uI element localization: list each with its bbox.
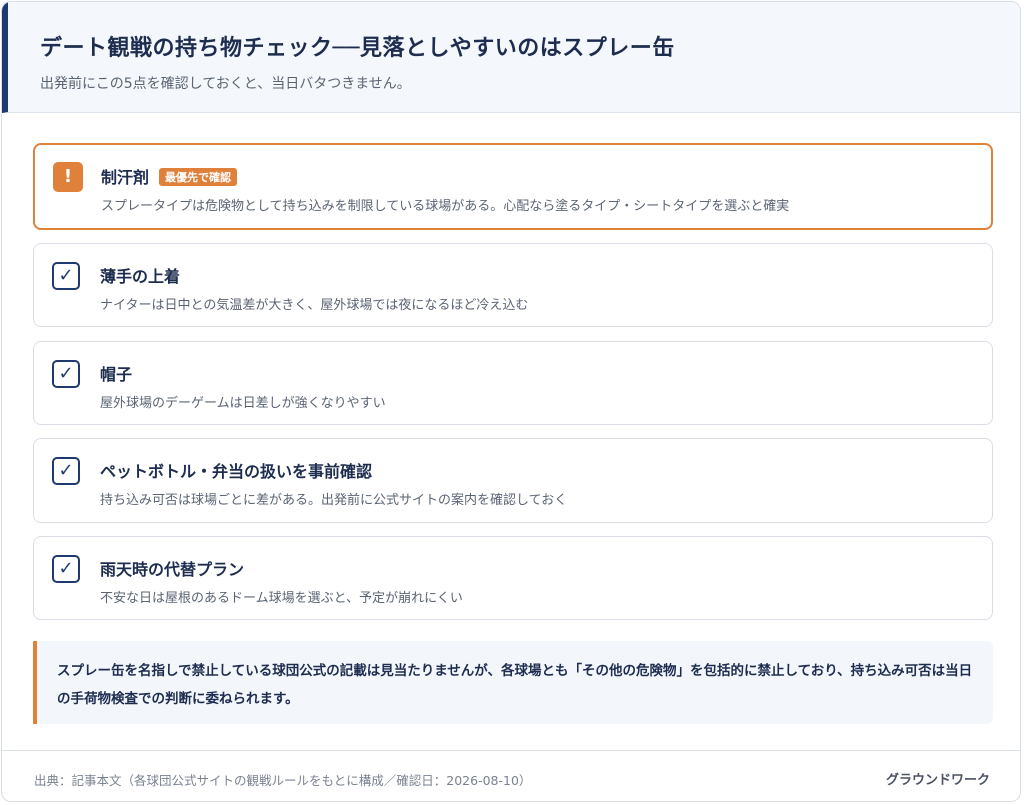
item-description: 持ち込み可否は球場ごとに差がある。出発前に公式サイトの案内を確認しておく <box>100 493 568 508</box>
item-description: 不安な日は屋根のあるドーム球場を選ぶと、予定が崩れにくい <box>100 591 463 606</box>
caution-note: スプレー缶を名指しで禁止している球団公式の記載は見当たりませんが、各球場とも「そ… <box>33 641 993 724</box>
brand-name: グラウンドワーク <box>885 773 990 788</box>
item-title: 帽子 <box>100 365 133 384</box>
item-title-text: 制汗剤 <box>101 168 150 187</box>
alert-icon: ! <box>53 162 83 192</box>
checklist-card: デート観戦の持ち物チェック──見落としやすいのはスプレー缶 出発前にこの5点を確… <box>1 1 1021 802</box>
item-description: スプレータイプは危険物として持ち込みを制限している球場がある。心配なら塗るタイプ… <box>101 199 790 214</box>
page-title: デート観戦の持ち物チェック──見落としやすいのはスプレー缶 <box>40 36 675 61</box>
checkmark-icon: ✓ <box>52 360 80 388</box>
checklist-item-bottle-bento: ✓ ペットボトル・弁当の扱いを事前確認 持ち込み可否は球場ごとに差がある。出発前… <box>33 438 993 523</box>
priority-badge: 最優先で確認 <box>159 168 238 186</box>
checkmark-icon: ✓ <box>52 262 80 290</box>
item-title: 薄手の上着 <box>100 267 181 286</box>
checklist-item-jacket: ✓ 薄手の上着 ナイターは日中との気温差が大きく、屋外球場では夜になるほど冷え込… <box>33 243 993 327</box>
checklist-item-antiperspirant: ! 制汗剤 最優先で確認 スプレータイプは危険物として持ち込みを制限している球場が… <box>33 143 993 230</box>
source-credit: 出典：記事本文（各球団公式サイトの観戦ルールをもとに構成／確認日：2026-08… <box>34 773 532 788</box>
page-subtitle: 出発前にこの5点を確認しておくと、当日バタつきません。 <box>40 76 411 92</box>
caution-note-text: スプレー缶を名指しで禁止している球団公式の記載は見当たりませんが、各球場とも「そ… <box>57 663 973 707</box>
checkmark-icon: ✓ <box>52 555 80 583</box>
checkmark-icon: ✓ <box>52 457 80 485</box>
item-description: ナイターは日中との気温差が大きく、屋外球場では夜になるほど冷え込む <box>100 298 529 313</box>
footer: 出典：記事本文（各球団公式サイトの観戦ルールをもとに構成／確認日：2026-08… <box>2 750 1020 801</box>
item-description: 屋外球場のデーゲームは日差しが強くなりやすい <box>100 396 386 411</box>
item-title: 制汗剤 最優先で確認 <box>101 164 238 188</box>
item-title: ペットボトル・弁当の扱いを事前確認 <box>100 462 373 481</box>
checklist-item-hat: ✓ 帽子 屋外球場のデーゲームは日差しが強くなりやすい <box>33 341 993 425</box>
checklist-item-rain-plan: ✓ 雨天時の代替プラン 不安な日は屋根のあるドーム球場を選ぶと、予定が崩れにくい <box>33 536 993 620</box>
header: デート観戦の持ち物チェック──見落としやすいのはスプレー缶 出発前にこの5点を確… <box>2 2 1020 113</box>
item-title: 雨天時の代替プラン <box>100 560 245 579</box>
